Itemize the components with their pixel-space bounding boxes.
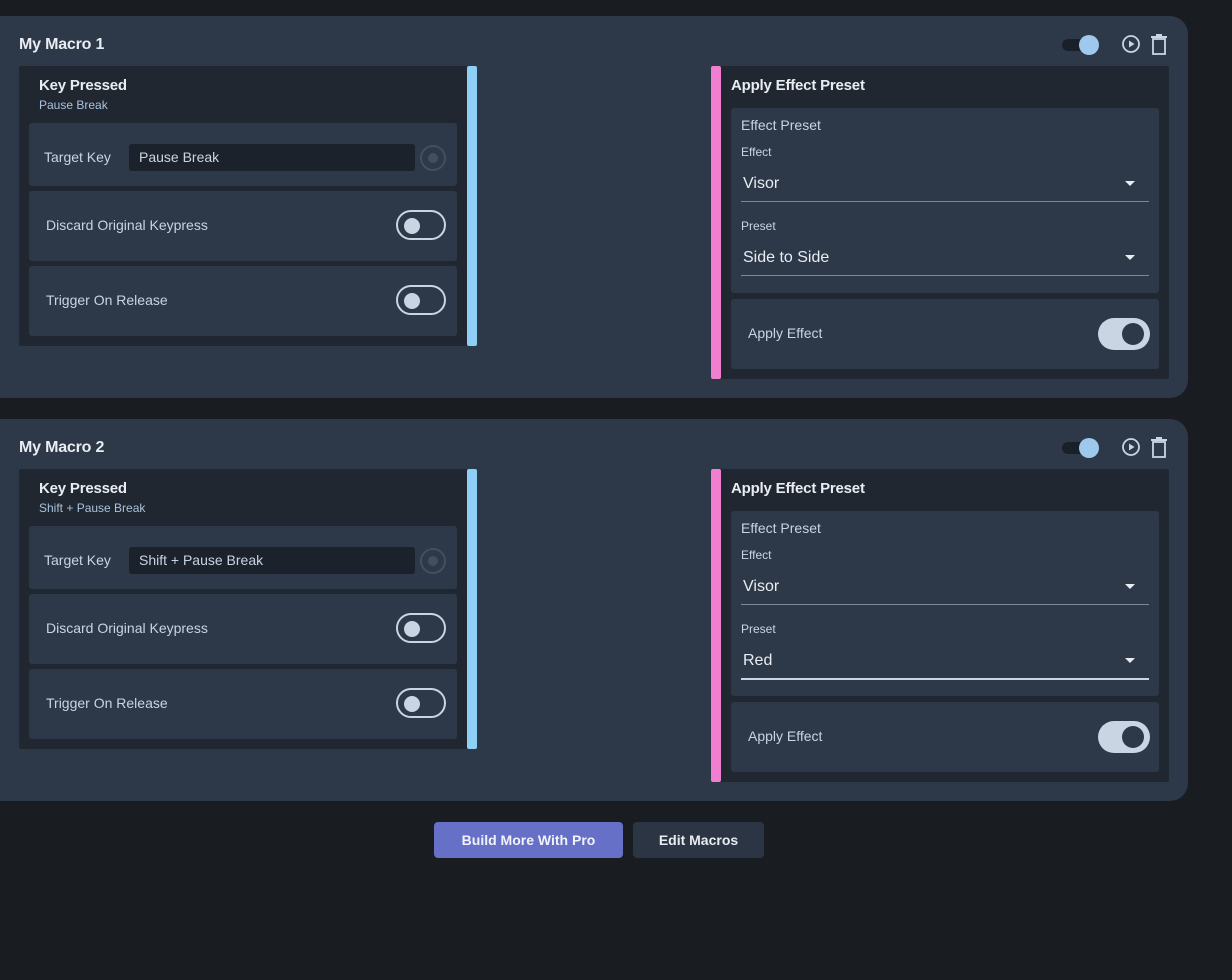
- trigger-panel: Key Pressed Shift + Pause Break Target K…: [19, 469, 477, 749]
- preset-value: Side to Side: [743, 249, 830, 266]
- apply-effect-switch[interactable]: [1098, 318, 1150, 350]
- target-key-input[interactable]: Pause Break: [129, 144, 415, 171]
- effect-value: Visor: [743, 175, 780, 192]
- trigger-accent-stripe: [467, 469, 477, 749]
- apply-effect-row: Apply Effect: [731, 299, 1159, 369]
- chevron-down-icon: [1125, 658, 1135, 663]
- trigger-subtitle: Pause Break: [39, 98, 108, 112]
- apply-effect-label: Apply Effect: [748, 325, 823, 341]
- macro-controls: [1062, 436, 1170, 458]
- effect-preset-box: Effect Preset Effect Visor Preset Red: [731, 511, 1159, 696]
- effect-preset-box: Effect Preset Effect Visor Preset Side t…: [731, 108, 1159, 293]
- trigger-release-label: Trigger On Release: [46, 695, 168, 711]
- apply-effect-label: Apply Effect: [748, 728, 823, 744]
- action-title: Apply Effect Preset: [731, 77, 865, 94]
- trigger-release-switch[interactable]: [396, 285, 446, 315]
- discard-keypress-row: Discard Original Keypress: [29, 191, 457, 261]
- trigger-accent-stripe: [467, 66, 477, 346]
- trigger-release-label: Trigger On Release: [46, 292, 168, 308]
- action-panel: Apply Effect Preset Effect Preset Effect…: [711, 66, 1169, 379]
- target-key-row: Target Key Pause Break: [29, 123, 457, 186]
- action-panel: Apply Effect Preset Effect Preset Effect…: [711, 469, 1169, 782]
- record-key-icon[interactable]: [420, 548, 446, 574]
- apply-effect-switch[interactable]: [1098, 721, 1150, 753]
- trash-icon[interactable]: [1148, 33, 1170, 55]
- trigger-subtitle: Shift + Pause Break: [39, 501, 146, 515]
- effect-preset-heading: Effect Preset: [741, 117, 821, 133]
- effect-value: Visor: [743, 578, 780, 595]
- trigger-release-row: Trigger On Release: [29, 669, 457, 739]
- play-icon[interactable]: [1120, 33, 1142, 55]
- macro-title: My Macro 2: [19, 439, 105, 456]
- discard-keypress-row: Discard Original Keypress: [29, 594, 457, 664]
- preset-select[interactable]: Red: [741, 644, 1149, 680]
- apply-effect-row: Apply Effect: [731, 702, 1159, 772]
- trigger-panel: Key Pressed Pause Break Target Key Pause…: [19, 66, 477, 346]
- discard-keypress-label: Discard Original Keypress: [46, 620, 208, 636]
- macro-title: My Macro 1: [19, 36, 105, 53]
- discard-keypress-switch[interactable]: [396, 613, 446, 643]
- trigger-release-switch[interactable]: [396, 688, 446, 718]
- action-accent-stripe: [711, 66, 721, 379]
- target-key-row: Target Key Shift + Pause Break: [29, 526, 457, 589]
- trigger-title: Key Pressed: [39, 480, 127, 497]
- effect-label: Effect: [741, 145, 772, 159]
- macro-controls: [1062, 33, 1170, 55]
- discard-keypress-switch[interactable]: [396, 210, 446, 240]
- preset-label: Preset: [741, 622, 776, 636]
- chevron-down-icon: [1125, 181, 1135, 186]
- preset-value: Red: [743, 652, 773, 669]
- target-key-label: Target Key: [44, 552, 111, 568]
- trigger-release-row: Trigger On Release: [29, 266, 457, 336]
- macro-enable-toggle[interactable]: [1062, 436, 1100, 458]
- trigger-title: Key Pressed: [39, 77, 127, 94]
- target-key-label: Target Key: [44, 149, 111, 165]
- effect-select[interactable]: Visor: [741, 167, 1149, 202]
- effect-select[interactable]: Visor: [741, 570, 1149, 605]
- preset-label: Preset: [741, 219, 776, 233]
- effect-label: Effect: [741, 548, 772, 562]
- target-key-input[interactable]: Shift + Pause Break: [129, 547, 415, 574]
- chevron-down-icon: [1125, 255, 1135, 260]
- chevron-down-icon: [1125, 584, 1135, 589]
- action-title: Apply Effect Preset: [731, 480, 865, 497]
- edit-macros-button[interactable]: Edit Macros: [633, 822, 764, 858]
- action-accent-stripe: [711, 469, 721, 782]
- macro-card: My Macro 1 Key Pressed Pause Break Targe…: [0, 16, 1188, 398]
- macro-card: My Macro 2 Key Pressed Shift + Pause Bre…: [0, 419, 1188, 801]
- play-icon[interactable]: [1120, 436, 1142, 458]
- build-more-with-pro-button[interactable]: Build More With Pro: [434, 822, 623, 858]
- preset-select[interactable]: Side to Side: [741, 241, 1149, 276]
- effect-preset-heading: Effect Preset: [741, 520, 821, 536]
- trash-icon[interactable]: [1148, 436, 1170, 458]
- macro-enable-toggle[interactable]: [1062, 33, 1100, 55]
- discard-keypress-label: Discard Original Keypress: [46, 217, 208, 233]
- record-key-icon[interactable]: [420, 145, 446, 171]
